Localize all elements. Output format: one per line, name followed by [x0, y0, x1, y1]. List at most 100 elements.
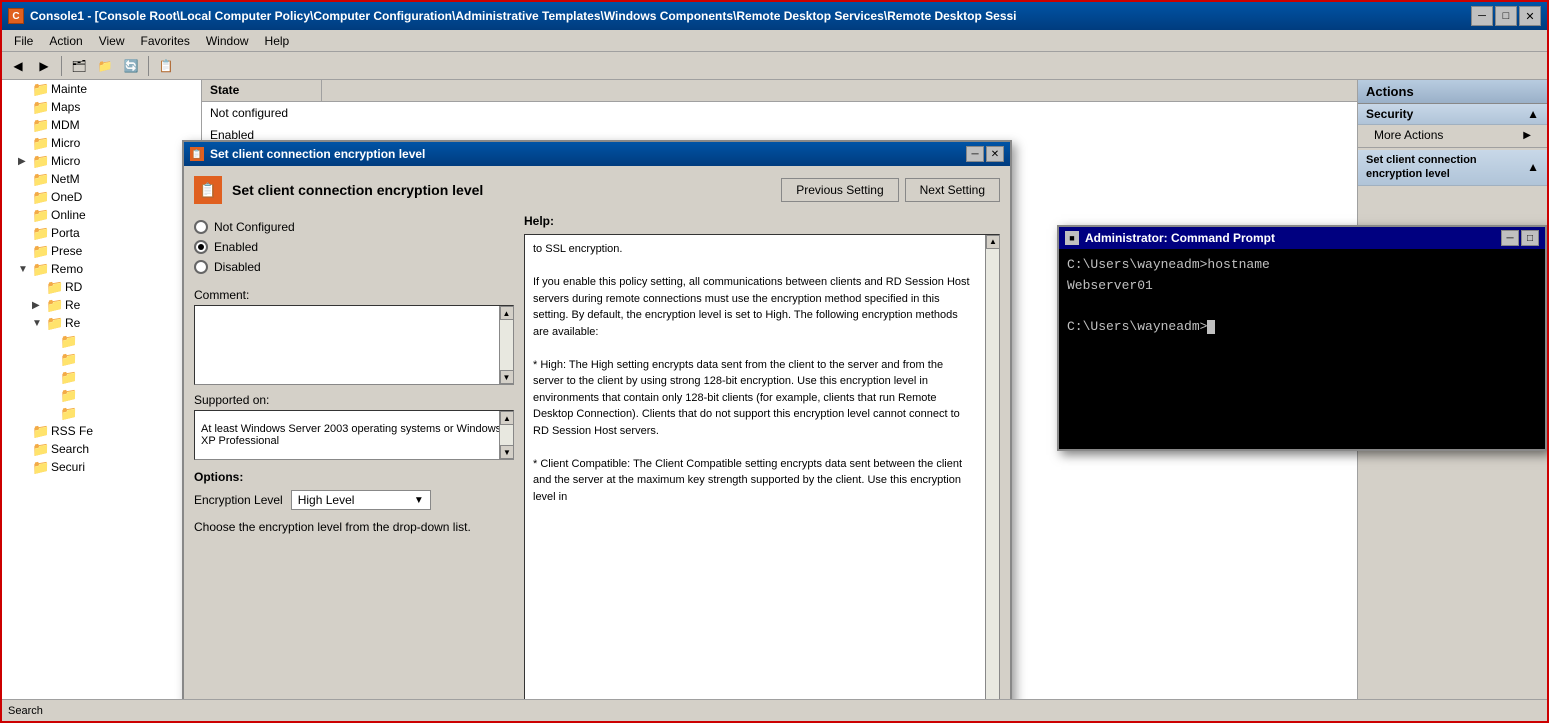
folder-icon: 📁 — [46, 297, 62, 313]
status-bar: Search — [2, 699, 1547, 721]
folder-icon: 📁 — [60, 351, 76, 367]
tree-item-remo[interactable]: ▼ 📁 Remo — [2, 260, 201, 278]
tree-item-prese[interactable]: 📁 Prese — [2, 242, 201, 260]
folder-icon: 📁 — [32, 225, 48, 241]
tree-item-re2[interactable]: ▼ 📁 Re — [2, 314, 201, 332]
menu-help[interactable]: Help — [257, 32, 298, 50]
tree-item-sub5[interactable]: 📁 — [2, 404, 201, 422]
help-scrollbar[interactable]: ▲ ▼ — [985, 235, 999, 699]
supported-scroll-down[interactable]: ▼ — [500, 445, 514, 459]
toolbar: ◀ ▶ 🗂 📁 🔄 📋 — [2, 52, 1547, 80]
dialog-minimize-button[interactable]: ─ — [966, 146, 984, 162]
supported-box: At least Windows Server 2003 operating s… — [194, 410, 514, 460]
radio-disabled[interactable]: Disabled — [194, 260, 514, 274]
tree-item-sub4[interactable]: 📁 — [2, 386, 201, 404]
tree-item-label: Re — [65, 316, 80, 330]
tree-item-rd[interactable]: 📁 RD — [2, 278, 201, 296]
status-search-label: Search — [8, 705, 43, 717]
folder-icon: 📁 — [32, 459, 48, 475]
supported-section: Supported on: At least Windows Server 20… — [194, 393, 514, 460]
comment-textarea[interactable]: ▲ ▼ — [194, 305, 514, 385]
supported-scroll-track — [500, 425, 513, 445]
tree-item-maps[interactable]: 📁 Maps — [2, 98, 201, 116]
expand-icon-collapsed[interactable]: ▶ — [18, 156, 32, 167]
tree-item-online[interactable]: 📁 Online — [2, 206, 201, 224]
comment-label: Comment: — [194, 288, 514, 302]
tree-item-label: Online — [51, 208, 86, 222]
tree-item-micro1[interactable]: 📁 Micro — [2, 134, 201, 152]
supported-scroll-up[interactable]: ▲ — [500, 411, 514, 425]
scroll-down-arrow[interactable]: ▼ — [500, 370, 514, 384]
toolbar-separator-2 — [148, 56, 149, 76]
maximize-button[interactable]: □ — [1495, 6, 1517, 26]
tree-item-securi[interactable]: 📁 Securi — [2, 458, 201, 476]
forward-button[interactable]: ▶ — [32, 55, 56, 77]
next-setting-button[interactable]: Next Setting — [905, 178, 1000, 202]
tree-item-re1[interactable]: ▶ 📁 Re — [2, 296, 201, 314]
radio-enabled[interactable]: Enabled — [194, 240, 514, 254]
tree-item-sub2[interactable]: 📁 — [2, 350, 201, 368]
dialog-header-icon: 📋 — [194, 176, 222, 204]
back-button[interactable]: ◀ — [6, 55, 30, 77]
actions-separator — [1358, 147, 1547, 148]
folder-icon: 📁 — [32, 117, 48, 133]
tree-panel: 📁 Mainte 📁 Maps 📁 MDM 📁 Micro — [2, 80, 202, 699]
expand-icon-expanded[interactable]: ▼ — [32, 318, 46, 329]
expand-icon-expanded[interactable]: ▼ — [18, 264, 32, 275]
tree-item-sub3[interactable]: 📁 — [2, 368, 201, 386]
show-hide-tree-button[interactable]: 🗂 — [67, 55, 91, 77]
tree-item-label: Remo — [51, 262, 83, 276]
radio-circle-not-configured — [194, 220, 208, 234]
list-header: State — [202, 80, 1357, 102]
encryption-row: Encryption Level High Level ▼ — [194, 490, 514, 510]
actions-security-section[interactable]: Security ▲ — [1358, 104, 1547, 125]
menu-file[interactable]: File — [6, 32, 41, 50]
folder-icon: 📁 — [32, 99, 48, 115]
refresh-button[interactable]: 🔄 — [119, 55, 143, 77]
tree-item-sub1[interactable]: 📁 — [2, 332, 201, 350]
scroll-track — [500, 320, 513, 370]
radio-not-configured[interactable]: Not Configured — [194, 220, 514, 234]
tree-item-label: Mainte — [51, 82, 87, 96]
tree-item-porta[interactable]: 📁 Porta — [2, 224, 201, 242]
tree-item-netm[interactable]: 📁 NetM — [2, 170, 201, 188]
tree-item-oned[interactable]: 📁 OneD — [2, 188, 201, 206]
tree-item-label: Re — [65, 298, 80, 312]
tree-up-button[interactable]: 📁 — [93, 55, 117, 77]
window-title: Console1 - [Console Root\Local Computer … — [30, 9, 1471, 23]
comment-scrollbar[interactable]: ▲ ▼ — [499, 306, 513, 384]
close-button[interactable]: ✕ — [1519, 6, 1541, 26]
main-window: C Console1 - [Console Root\Local Compute… — [2, 2, 1547, 721]
folder-icon: 📁 — [32, 153, 48, 169]
col-state[interactable]: State — [202, 80, 322, 101]
menu-favorites[interactable]: Favorites — [133, 32, 198, 50]
menu-window[interactable]: Window — [198, 32, 257, 50]
folder-icon: 📁 — [32, 135, 48, 151]
more-actions-arrow-icon: ▶ — [1523, 130, 1531, 141]
folder-icon: 📁 — [32, 423, 48, 439]
tree-item-search[interactable]: 📁 Search — [2, 440, 201, 458]
properties-button[interactable]: 📋 — [154, 55, 178, 77]
help-scroll-up[interactable]: ▲ — [986, 235, 1000, 249]
tree-item-label: Search — [51, 442, 89, 456]
prev-setting-button[interactable]: Previous Setting — [781, 178, 898, 202]
encryption-level-dropdown[interactable]: High Level ▼ — [291, 490, 431, 510]
scroll-up-arrow[interactable]: ▲ — [500, 306, 514, 320]
menu-action[interactable]: Action — [41, 32, 90, 50]
set-client-collapse-icon: ▲ — [1527, 160, 1539, 174]
actions-set-client-section[interactable]: Set client connection encryption level ▲ — [1358, 150, 1547, 186]
supported-scrollbar[interactable]: ▲ ▼ — [499, 411, 513, 459]
tree-item-micro2[interactable]: ▶ 📁 Micro — [2, 152, 201, 170]
actions-more-actions[interactable]: More Actions ▶ — [1358, 125, 1547, 145]
tree-item-mdm[interactable]: 📁 MDM — [2, 116, 201, 134]
menu-view[interactable]: View — [91, 32, 133, 50]
minimize-button[interactable]: ─ — [1471, 6, 1493, 26]
tree-item-mainte[interactable]: 📁 Mainte — [2, 80, 201, 98]
tree-item-rssfe[interactable]: 📁 RSS Fe — [2, 422, 201, 440]
dialog-close-button[interactable]: ✕ — [986, 146, 1004, 162]
folder-icon: 📁 — [46, 279, 62, 295]
expand-icon-collapsed[interactable]: ▶ — [32, 300, 46, 311]
folder-icon: 📁 — [32, 81, 48, 97]
set-client-label: Set client connection encryption level — [1366, 153, 1527, 182]
tree-item-label: Porta — [51, 226, 80, 240]
